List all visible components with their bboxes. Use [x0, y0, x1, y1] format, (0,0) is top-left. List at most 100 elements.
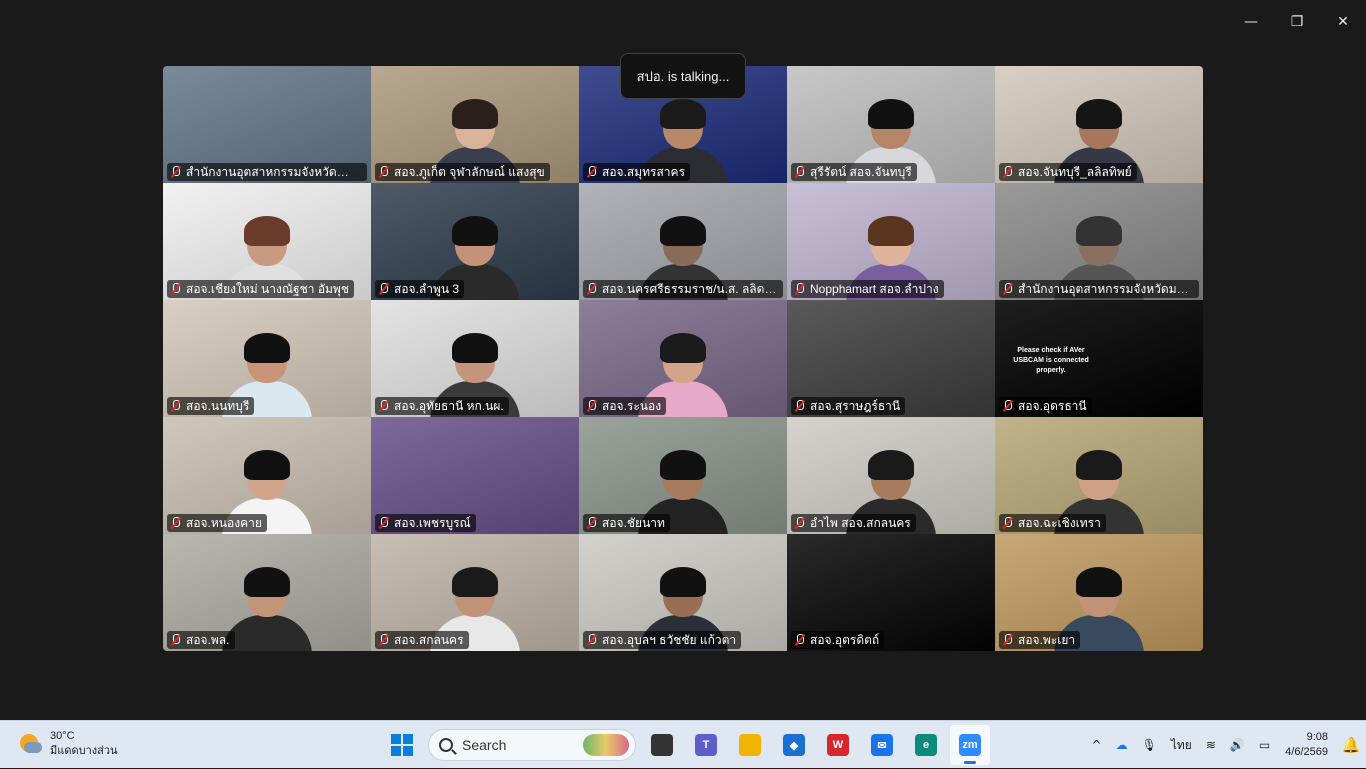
participant-tile[interactable]: สอจ.อุตรดิตถ์	[787, 534, 995, 651]
gallery-view: สำนักงานอุตสาหกรรมจังหวัดอำนา... สอจ.ภูเก…	[163, 66, 1203, 651]
mail-icon: ✉	[871, 734, 893, 756]
participant-nametag: สอจ.ลำพูน 3	[375, 280, 465, 298]
participant-tile[interactable]: สอจ.ลำพูน 3	[371, 183, 579, 300]
participant-tile[interactable]: สอจ.นนทบุรี	[163, 300, 371, 417]
participant-nametag: สอจ.เชียงใหม่ นางณัฐชา อัมพุช	[167, 280, 354, 298]
participant-nametag: สอจ.อุดรธานี	[999, 397, 1092, 415]
taskbar-app-teams[interactable]: T	[686, 725, 726, 765]
microphone-icon[interactable]: 🎙	[1135, 721, 1164, 769]
participant-nametag: สอจ.พล.	[167, 631, 235, 649]
participant-tile[interactable]: สอจ.สุราษฎร์ธานี	[787, 300, 995, 417]
participant-tile[interactable]: อำไพ สอจ.สกลนคร	[787, 417, 995, 534]
participant-tile[interactable]: สอจ.อุบลฯ ธวัชชัย แก้วตา	[579, 534, 787, 651]
weather-widget[interactable]: 30°C มีแดดบางส่วน	[18, 729, 118, 759]
taskbar-app-zoom[interactable]: zm	[950, 725, 990, 765]
participant-nametag: สอจ.พะเยา	[999, 631, 1081, 649]
participant-tile[interactable]: สำนักงานอุตสาหกรรมจังหวัดมหาส...	[995, 183, 1203, 300]
clock-time: 9:08	[1306, 731, 1328, 743]
participant-name: สุรีรัตน์ สอจ.จันทบุรี	[810, 165, 912, 179]
participant-nametag: สำนักงานอุตสาหกรรมจังหวัดมหาส...	[999, 280, 1199, 298]
participant-tile[interactable]: Nopphamart สอจ.ลำปาง	[787, 183, 995, 300]
participant-nametag: สอจ.หนองคาย	[167, 514, 267, 532]
participant-tile[interactable]: สอจ.เพชรบูรณ์	[371, 417, 579, 534]
clock[interactable]: 9:08 4/6/2569	[1277, 730, 1336, 760]
participant-nametag: สอจ.ชัยนาท	[583, 514, 670, 532]
participant-tile[interactable]: สอจ.พะเยา	[995, 534, 1203, 651]
participant-tile[interactable]: สอจ.จันทบุรี_ลลิลทิพย์	[995, 66, 1203, 183]
participant-tile[interactable]: สุรีรัตน์ สอจ.จันทบุรี	[787, 66, 995, 183]
participant-name: อำไพ สอจ.สกลนคร	[810, 516, 911, 530]
participant-name: สอจ.สมุทรสาคร	[602, 165, 686, 179]
taskbar-app-mail[interactable]: ✉	[862, 725, 902, 765]
mic-muted-icon	[378, 517, 390, 529]
mic-muted-icon	[794, 283, 806, 295]
store-icon: ◆	[783, 734, 805, 756]
participant-name: สำนักงานอุตสาหกรรมจังหวัดอำนา...	[186, 165, 362, 179]
onedrive-icon[interactable]: ☁	[1109, 721, 1135, 769]
system-tray: ^ ☁ 🎙 ไทย ≋ 🔊 ▭ 9:08 4/6/2569 🔔	[1085, 721, 1366, 769]
start-button[interactable]	[382, 725, 422, 765]
taskbar-app-task-view[interactable]	[642, 725, 682, 765]
restore-button[interactable]: ❐	[1274, 0, 1320, 44]
participant-name: สอจ.ระนอง	[602, 399, 662, 413]
file-explorer-icon	[739, 734, 761, 756]
taskbar-app-file-explorer[interactable]	[730, 725, 770, 765]
participant-tile[interactable]: สำนักงานอุตสาหกรรมจังหวัดอำนา...	[163, 66, 371, 183]
battery-icon[interactable]: ▭	[1252, 721, 1277, 769]
weather-temp: 30°C	[50, 730, 75, 742]
window-controls: — ❐ ✕	[1228, 0, 1366, 44]
taskbar-app-edge[interactable]: e	[906, 725, 946, 765]
participant-tile[interactable]: สอจ.อุทัยธานี หก.นผ.	[371, 300, 579, 417]
participant-name: สอจ.อุตรดิตถ์	[810, 633, 880, 647]
participant-nametag: Nopphamart สอจ.ลำปาง	[791, 280, 944, 298]
participant-tile[interactable]: สอจ.ฉะเชิงเทรา	[995, 417, 1203, 534]
participant-nametag: สุรีรัตน์ สอจ.จันทบุรี	[791, 163, 917, 181]
participant-name: สอจ.พะเยา	[1018, 633, 1076, 647]
wifi-icon[interactable]: ≋	[1199, 721, 1223, 769]
participant-nametag: สอจ.อุบลฯ ธวัชชัย แก้วตา	[583, 631, 742, 649]
participant-name: สอจ.จันทบุรี_ลลิลทิพย์	[1018, 165, 1132, 179]
participant-tile[interactable]: สอจ.พล.	[163, 534, 371, 651]
close-button[interactable]: ✕	[1320, 0, 1366, 44]
search-box[interactable]: Search	[428, 729, 636, 761]
participant-name: สอจ.หนองคาย	[186, 516, 262, 530]
camera-error-message: Please check if AVer USBCAM is connected…	[1013, 347, 1089, 374]
mic-muted-icon	[586, 166, 598, 178]
search-highlight-icon	[583, 734, 629, 756]
participant-nametag: สอจ.อุทัยธานี หก.นผ.	[375, 397, 509, 415]
mic-muted-icon	[586, 634, 598, 646]
search-icon	[439, 738, 453, 752]
taskbar-app-store[interactable]: ◆	[774, 725, 814, 765]
language-indicator[interactable]: ไทย	[1164, 721, 1199, 769]
mic-muted-icon	[1002, 400, 1014, 412]
participant-name: สอจ.นครศรีธรรมราช/น.ส. ลลิดา สั...	[602, 282, 778, 296]
mic-muted-icon	[794, 634, 806, 646]
minimize-button[interactable]: —	[1228, 0, 1274, 44]
wps-office-icon: W	[827, 734, 849, 756]
taskbar-app-wps-office[interactable]: W	[818, 725, 858, 765]
participant-tile[interactable]: สอจ.เชียงใหม่ นางณัฐชา อัมพุช	[163, 183, 371, 300]
notification-bell-icon[interactable]: 🔔	[1336, 736, 1366, 754]
mic-muted-icon	[170, 634, 182, 646]
participant-name: สอจ.สุราษฎร์ธานี	[810, 399, 901, 413]
mic-muted-icon	[1002, 283, 1014, 295]
mic-muted-icon	[378, 283, 390, 295]
mic-muted-icon	[1002, 166, 1014, 178]
volume-icon[interactable]: 🔊	[1223, 721, 1252, 769]
show-hidden-icons-button[interactable]: ^	[1085, 721, 1109, 769]
participant-name: สอจ.ลำพูน 3	[394, 282, 460, 296]
mic-muted-icon	[170, 517, 182, 529]
participant-name: สอจ.ฉะเชิงเทรา	[1018, 516, 1101, 530]
edge-icon: e	[915, 734, 937, 756]
zoom-icon: zm	[959, 734, 981, 756]
participant-tile[interactable]: สอจ.หนองคาย	[163, 417, 371, 534]
participant-tile[interactable]: สอจ.ชัยนาท	[579, 417, 787, 534]
participant-nametag: อำไพ สอจ.สกลนคร	[791, 514, 916, 532]
participant-tile[interactable]: สอจ.นครศรีธรรมราช/น.ส. ลลิดา สั...	[579, 183, 787, 300]
participant-tile[interactable]: สอจ.ระนอง	[579, 300, 787, 417]
participant-tile[interactable]: Please check if AVer USBCAM is connected…	[995, 300, 1203, 417]
participant-tile[interactable]: สอจ.ภูเก็ต จุฬาลักษณ์ แสงสุข	[371, 66, 579, 183]
mic-muted-icon	[794, 166, 806, 178]
participant-tile[interactable]: สอจ.สกลนคร	[371, 534, 579, 651]
mic-muted-icon	[170, 166, 182, 178]
